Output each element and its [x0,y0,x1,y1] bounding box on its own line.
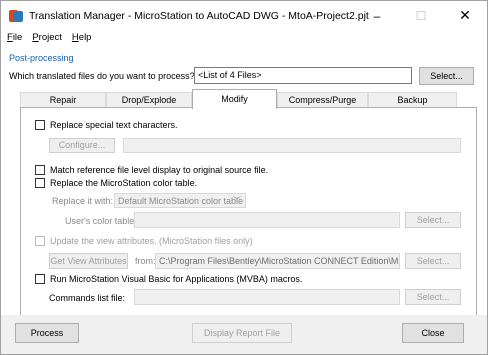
menu-help[interactable]: Help [72,32,92,43]
replace-it-with-dropdown[interactable]: Default MicroStation color table ﹀ [114,193,246,208]
commands-list-field[interactable] [134,289,400,305]
tab-modify[interactable]: Modify [192,89,277,109]
files-list-input[interactable]: <List of 4 Files> [194,67,412,84]
commands-list-label: Commands list file: [49,293,126,303]
replace-it-with-label: Replace it with: [52,196,114,206]
files-question-label: Which translated files do you want to pr… [9,71,195,81]
checkbox-box[interactable] [35,165,45,175]
replace-it-with-value: Default MicroStation color table [118,196,244,206]
run-mvba-label: Run MicroStation Visual Basic for Applic… [50,274,303,284]
select-files-button[interactable]: Select... [419,67,474,85]
tab-drop-explode[interactable]: Drop/Explode [106,92,192,108]
tab-compress-purge[interactable]: Compress/Purge [277,92,368,108]
commands-list-select-button[interactable]: Select... [405,289,461,305]
title-bar[interactable]: Translation Manager - MicroStation to Au… [1,1,487,30]
checkbox-box[interactable] [35,274,45,284]
replace-color-table-checkbox[interactable]: Replace the MicroStation color table. [35,178,197,188]
match-ref-level-checkbox[interactable]: Match reference file level display to or… [35,165,268,175]
app-icon [9,9,23,23]
minimize-icon[interactable]: – [355,1,399,30]
window-title: Translation Manager - MicroStation to Au… [29,9,369,22]
configure-field[interactable] [123,138,461,153]
update-view-attributes-label: Update the view attributes. (MicroStatio… [50,236,253,246]
chevron-down-icon: ﹀ [233,196,241,205]
from-label: from: [135,256,156,266]
users-color-table-field[interactable] [134,212,400,228]
tab-backup[interactable]: Backup [368,92,457,108]
menu-bar: File Project Help [1,30,487,45]
checkbox-box[interactable] [35,178,45,188]
checkbox-box[interactable] [35,120,45,130]
dialog-content: Post-processing Which translated files d… [1,45,487,354]
menu-file[interactable]: File [7,32,22,43]
replace-color-table-label: Replace the MicroStation color table. [50,178,198,188]
update-view-attributes-checkbox[interactable]: Update the view attributes. (MicroStatio… [35,236,253,246]
modify-panel: Replace special text characters. Configu… [20,107,477,316]
menu-project[interactable]: Project [32,32,62,43]
tab-strip: Repair Drop/Explode Modify Compress/Purg… [20,89,457,109]
close-button[interactable]: Close [402,323,464,343]
process-button[interactable]: Process [15,323,79,343]
replace-special-text-label: Replace special text characters. [50,120,178,130]
checkbox-box[interactable] [35,236,45,246]
close-icon[interactable]: ✕ [443,1,487,30]
match-ref-level-label: Match reference file level display to or… [50,165,269,175]
maximize-icon[interactable]: ☐ [399,1,443,30]
translation-manager-window: Translation Manager - MicroStation to Au… [0,0,488,355]
section-label: Post-processing [9,53,74,63]
run-mvba-checkbox[interactable]: Run MicroStation Visual Basic for Applic… [35,274,302,284]
display-report-file-button[interactable]: Display Report File [192,323,292,343]
get-view-attributes-button[interactable]: Get View Attributes [49,253,128,269]
users-color-table-select-button[interactable]: Select... [405,212,461,228]
replace-special-text-checkbox[interactable]: Replace special text characters. [35,120,178,130]
from-select-button[interactable]: Select... [405,253,461,269]
configure-button[interactable]: Configure... [49,138,115,153]
users-color-table-label: User's color table: [65,216,137,226]
from-path-field[interactable]: C:\Program Files\Bentley\MicroStation CO… [155,253,400,269]
tab-repair[interactable]: Repair [20,92,106,108]
